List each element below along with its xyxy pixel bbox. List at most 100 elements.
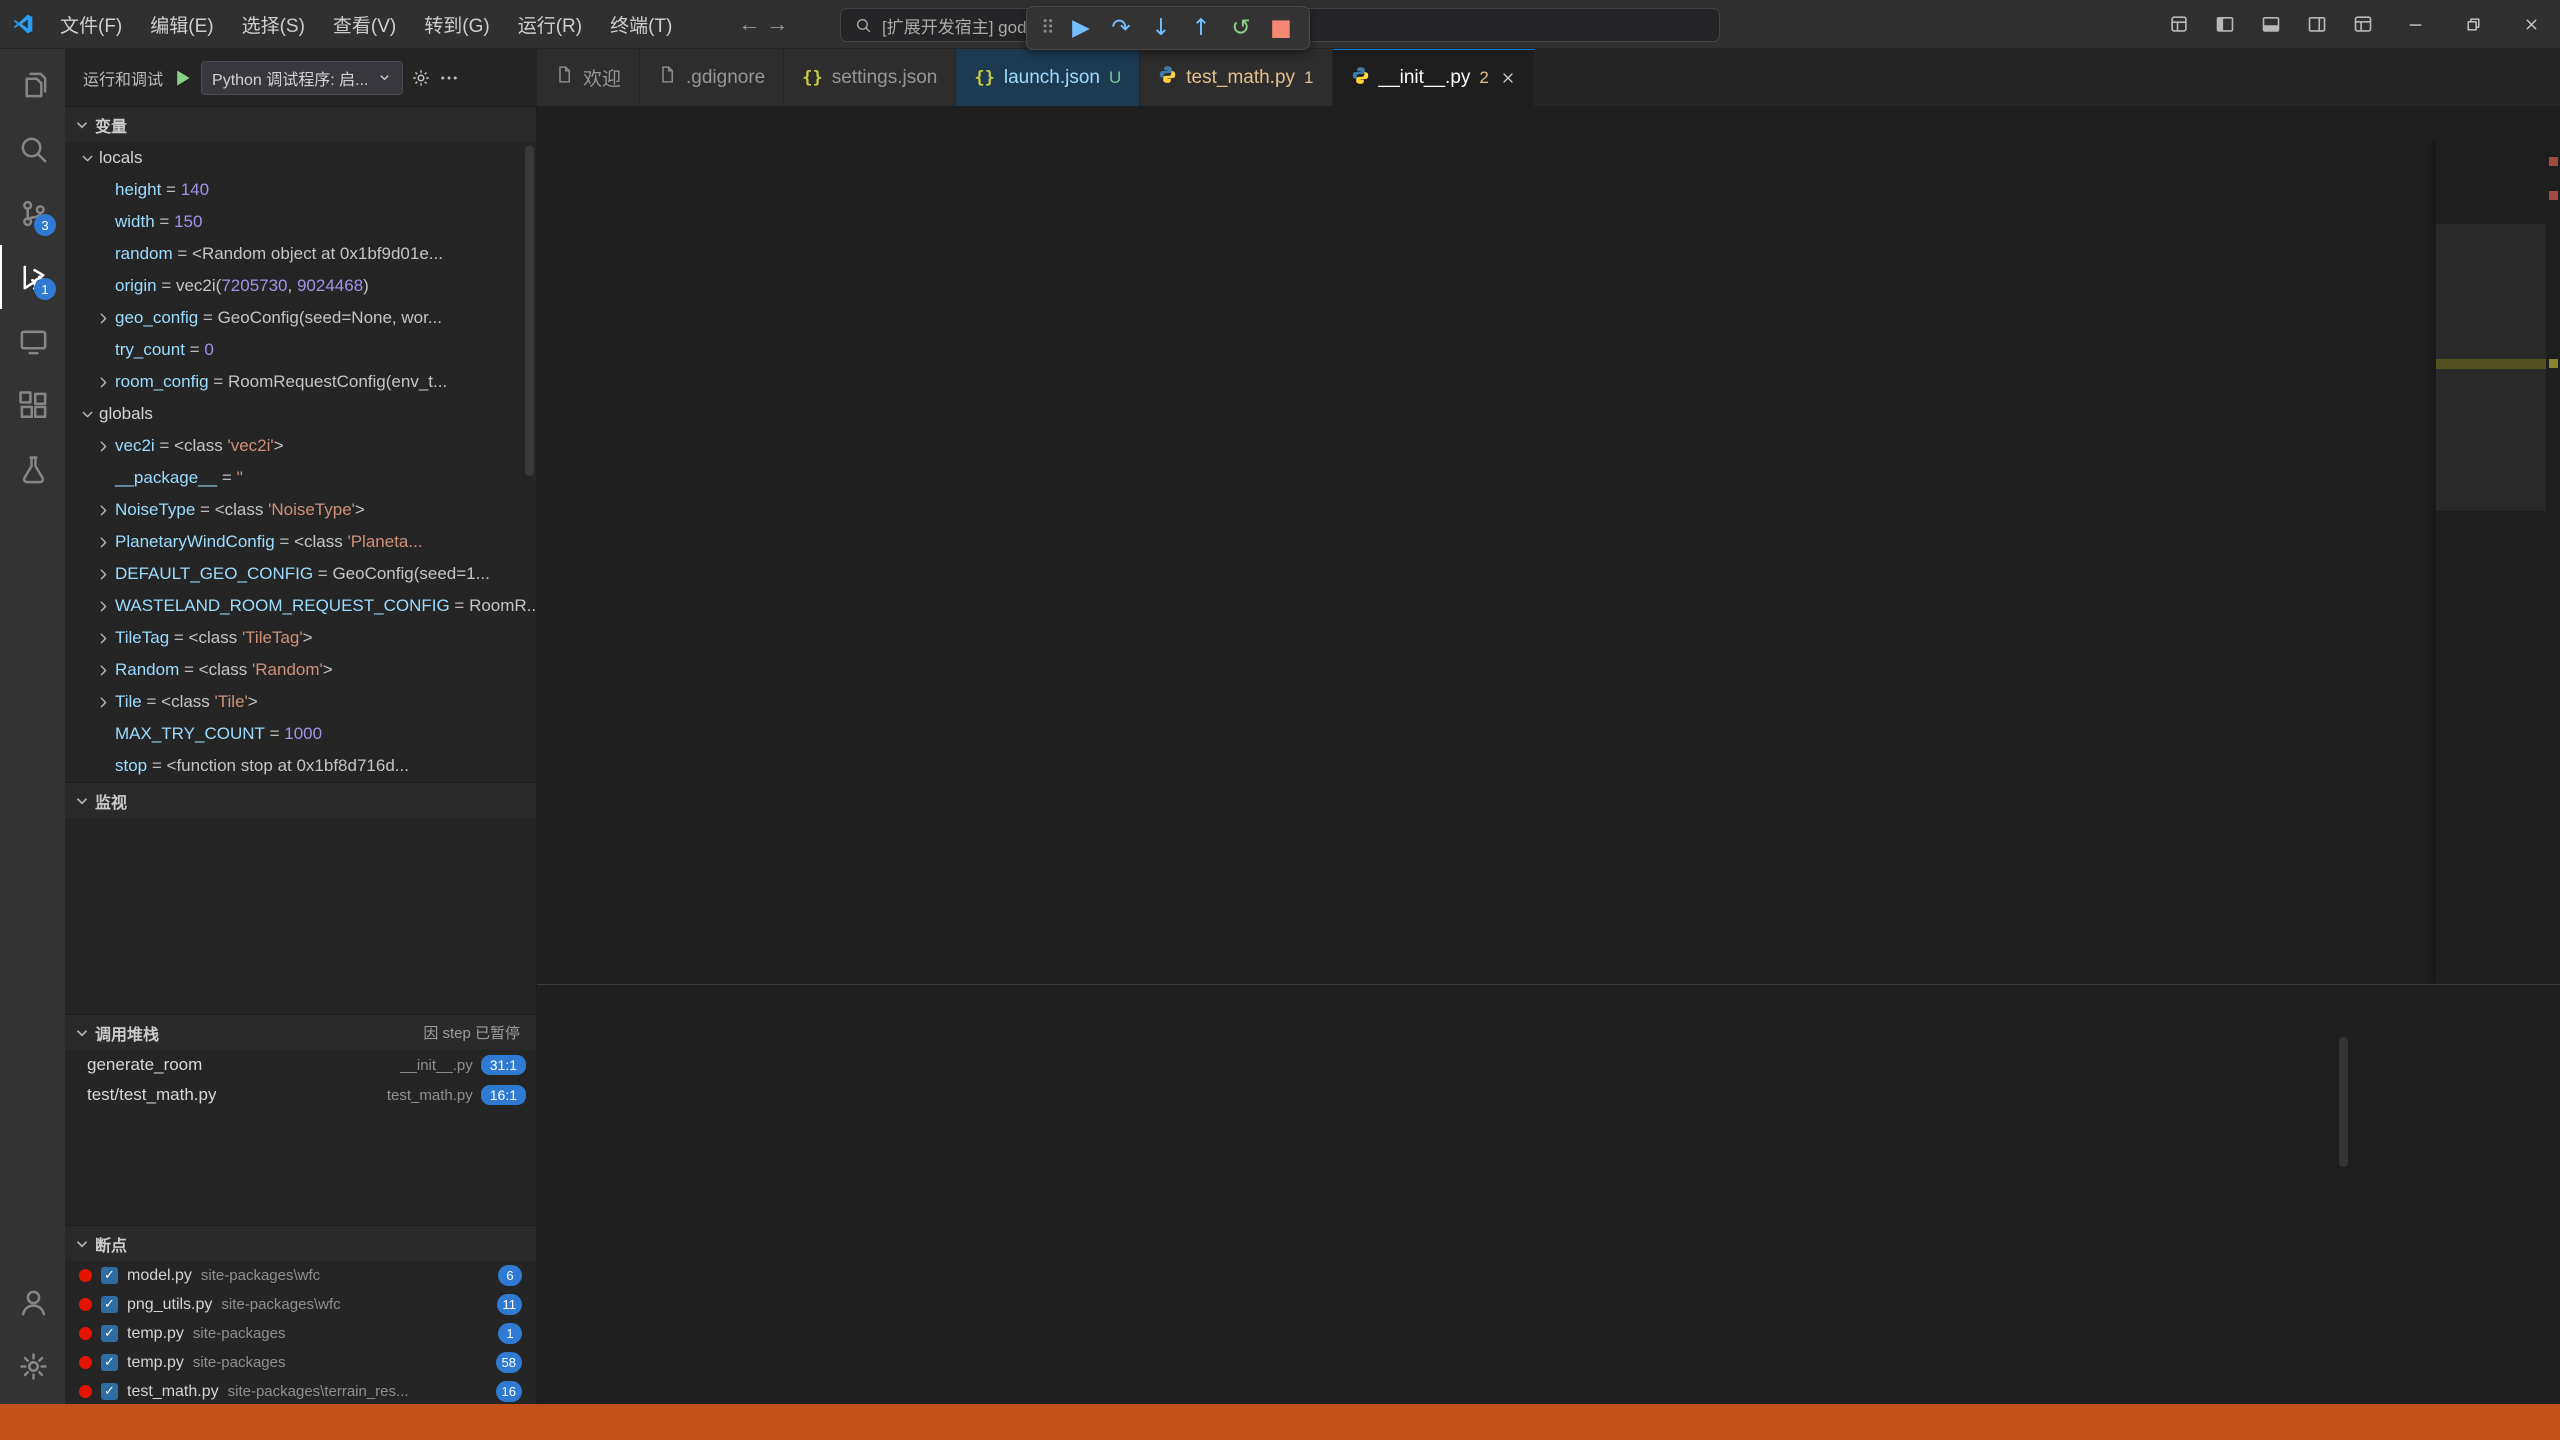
variable-row[interactable]: vec2i = <class 'vec2i'>: [65, 430, 536, 462]
variable-value: <class 'vec2i'>: [174, 436, 284, 456]
terminal[interactable]: [537, 1031, 2352, 1404]
menu-overflow[interactable]: [686, 0, 714, 48]
step-over-button[interactable]: ↷: [1103, 10, 1139, 46]
continue-button[interactable]: ▶: [1063, 10, 1099, 46]
breakpoint-checkbox[interactable]: ✓: [101, 1267, 118, 1284]
activity-bar-top: 31: [0, 53, 65, 501]
watch-section-header[interactable]: 监视: [65, 782, 536, 818]
breakpoint-checkbox[interactable]: ✓: [101, 1296, 118, 1313]
scope-locals[interactable]: locals: [65, 142, 536, 174]
variable-row[interactable]: TileTag = <class 'TileTag'>: [65, 622, 536, 654]
variable-row[interactable]: MAX_TRY_COUNT = 1000: [65, 718, 536, 750]
forward-arrow-icon[interactable]: →: [766, 11, 788, 37]
activity-scm[interactable]: 3: [0, 181, 65, 245]
activity-gear[interactable]: [0, 1334, 65, 1398]
code-editor[interactable]: [537, 140, 2560, 984]
activity-extensions[interactable]: [0, 373, 65, 437]
activity-testing[interactable]: [0, 437, 65, 501]
panel-left-toggle[interactable]: [2202, 0, 2248, 48]
breakpoint-row[interactable]: ✓temp.pysite-packages58: [65, 1348, 536, 1377]
breakpoint-row[interactable]: ✓png_utils.pysite-packages\wfc11: [65, 1290, 536, 1319]
step-out-button[interactable]: ↑: [1183, 10, 1219, 46]
variable-row[interactable]: height = 140: [65, 174, 536, 206]
gripper-button: ⠿: [1037, 10, 1059, 46]
chevron-down-icon: [73, 1024, 91, 1042]
minimap[interactable]: [2436, 140, 2560, 984]
breakpoint-row[interactable]: ✓test_math.pysite-packages\terrain_res..…: [65, 1377, 536, 1404]
variable-row[interactable]: NoiseType = <class 'NoiseType'>: [65, 494, 536, 526]
menu-查看(V)[interactable]: 查看(V): [319, 0, 410, 48]
menu-终端(T)[interactable]: 终端(T): [596, 0, 686, 48]
start-debugging-button[interactable]: [171, 67, 193, 89]
frame-location: 16:1: [481, 1085, 526, 1105]
variable-row[interactable]: width = 150: [65, 206, 536, 238]
variables-section-header[interactable]: 变量: [65, 106, 536, 142]
variable-row[interactable]: try_count = 0: [65, 334, 536, 366]
breakpoint-checkbox[interactable]: ✓: [101, 1325, 118, 1342]
close-tab-icon[interactable]: [1500, 70, 1516, 86]
variable-row[interactable]: Tile = <class 'Tile'>: [65, 686, 536, 718]
panel-right-toggle[interactable]: [2294, 0, 2340, 48]
tab-test_math.py[interactable]: test_math.py1: [1140, 49, 1332, 106]
stack-frame[interactable]: generate_room__init__.py31:1: [65, 1050, 536, 1080]
breakpoint-icon: [79, 1385, 92, 1398]
stack-frame[interactable]: test/test_math.pytest_math.py16:1: [65, 1080, 536, 1110]
activity-remote[interactable]: [0, 309, 65, 373]
activity-debug[interactable]: 1: [0, 245, 65, 309]
variable-row[interactable]: Random = <class 'Random'>: [65, 654, 536, 686]
scope-globals[interactable]: globals: [65, 398, 536, 430]
breakpoint-checkbox[interactable]: ✓: [101, 1383, 118, 1400]
variable-row[interactable]: PlanetaryWindConfig = <class 'Planeta...: [65, 526, 536, 558]
frame-location: 31:1: [481, 1055, 526, 1075]
menu-选择(S)[interactable]: 选择(S): [228, 0, 319, 48]
variable-name: MAX_TRY_COUNT: [115, 724, 265, 744]
variables-scrollbar[interactable]: [525, 146, 534, 476]
tab-settings.json[interactable]: {}settings.json: [784, 49, 956, 106]
variable-row[interactable]: random = <Random object at 0x1bf9d01e...: [65, 238, 536, 270]
variable-row[interactable]: geo_config = GeoConfig(seed=None, wor...: [65, 302, 536, 334]
step-into-button[interactable]: ↓: [1143, 10, 1179, 46]
activity-files[interactable]: [0, 53, 65, 117]
equals: =: [209, 372, 228, 392]
variable-row[interactable]: origin = vec2i(7205730, 9024468): [65, 270, 536, 302]
gear-icon[interactable]: [411, 68, 431, 88]
menu-运行(R)[interactable]: 运行(R): [504, 0, 596, 48]
tab-__init__.py[interactable]: __init__.py2: [1333, 49, 1535, 106]
frame-file: __init__.py: [400, 1057, 473, 1074]
breakpoint-row[interactable]: ✓model.pysite-packages\wfc6: [65, 1261, 536, 1290]
tab-launch.json[interactable]: {}launch.jsonU: [956, 49, 1140, 106]
activity-search[interactable]: [0, 117, 65, 181]
menu-编辑(E)[interactable]: 编辑(E): [136, 0, 227, 48]
variable-row[interactable]: stop = <function stop at 0x1bf8d716d...: [65, 750, 536, 782]
breakpoint-checkbox[interactable]: ✓: [101, 1354, 118, 1371]
call-stack-section-header[interactable]: 调用堆栈 因 step 已暂停: [65, 1014, 536, 1050]
close-window-button[interactable]: [2502, 0, 2560, 48]
more-actions-icon[interactable]: [439, 68, 459, 88]
terminal-scrollbar[interactable]: [2339, 1037, 2348, 1167]
variable-row[interactable]: room_config = RoomRequestConfig(env_t...: [65, 366, 536, 398]
activity-account[interactable]: [0, 1270, 65, 1334]
tab-.gdignore[interactable]: .gdignore: [640, 49, 784, 106]
debug-toolbar: ⠿▶↷↓↑↺■: [1026, 6, 1310, 50]
panel-bottom-toggle[interactable]: [2248, 0, 2294, 48]
breakpoints-section-header[interactable]: 断点: [65, 1225, 536, 1261]
value-part: 9024468: [297, 276, 363, 295]
value-part: <class: [189, 628, 242, 647]
variable-row[interactable]: DEFAULT_GEO_CONFIG = GeoConfig(seed=1...: [65, 558, 536, 590]
breakpoint-row[interactable]: ✓temp.pysite-packages1: [65, 1319, 536, 1348]
stop-button[interactable]: ■: [1263, 10, 1299, 46]
tab-欢迎[interactable]: 欢迎: [537, 49, 640, 106]
menu-转到(G)[interactable]: 转到(G): [410, 0, 503, 48]
layout-grid-toggle[interactable]: [2156, 0, 2202, 48]
layout-custom-toggle[interactable]: [2340, 0, 2386, 48]
menu-文件(F)[interactable]: 文件(F): [46, 0, 136, 48]
variable-row[interactable]: WASTELAND_ROOM_REQUEST_CONFIG = RoomR...: [65, 590, 536, 622]
restart-button[interactable]: ↺: [1223, 10, 1259, 46]
debug-configuration-select[interactable]: Python 调试程序: 启...: [201, 61, 403, 95]
variable-row[interactable]: __package__ = '': [65, 462, 536, 494]
minimize-button[interactable]: [2386, 0, 2444, 48]
back-arrow-icon[interactable]: ←: [738, 11, 760, 37]
restore-button[interactable]: [2444, 0, 2502, 48]
variable-value: <class 'Tile'>: [161, 692, 258, 712]
file-icon: [658, 65, 677, 90]
